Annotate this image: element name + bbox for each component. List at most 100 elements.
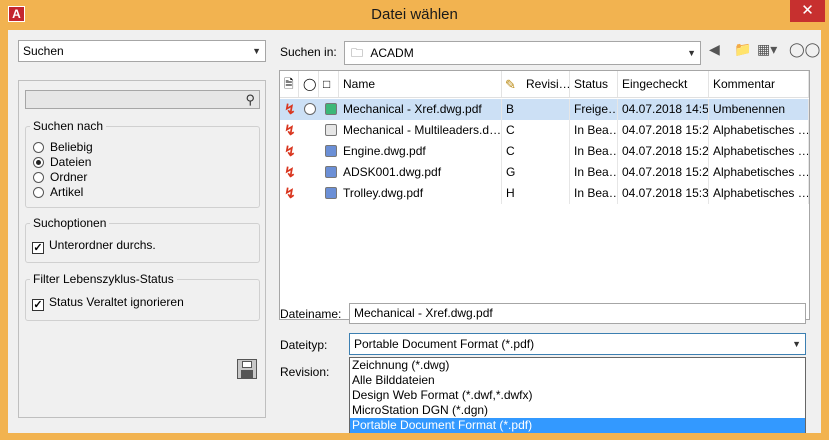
lifecycle-filter-group: Filter Lebenszyklus-Status ✓ Status Veral… (25, 272, 260, 321)
checkbox-checked-icon[interactable]: ✓ (32, 242, 44, 254)
cell-name: Mechanical - Xref.dwg.pdf (339, 99, 502, 120)
state-icon (325, 187, 337, 199)
search-panel: ⚲ Suchen nach Beliebig Dateien Ordner Ar… (18, 80, 266, 418)
filetype-option[interactable]: MicroStation DGN (*.dgn) (350, 403, 805, 418)
filetype-option-selected[interactable]: Portable Document Format (*.pdf) (350, 418, 805, 433)
radio-label: Beliebig (50, 140, 93, 154)
search-options-group: Suchoptionen ✓ Unterordner durchs. (25, 216, 260, 263)
state-icon (325, 124, 337, 136)
look-in-select[interactable]: 🗀 ACADM ▼ (344, 41, 701, 65)
cell-status: In Bea… (570, 141, 618, 162)
cell-name: Trolley.dwg.pdf (339, 183, 502, 204)
search-for-title: Suchen nach (30, 119, 107, 133)
search-input[interactable]: ⚲ (25, 90, 260, 109)
radio-label: Ordner (50, 170, 88, 184)
pdf-file-icon: ↯ (284, 185, 296, 201)
chevron-down-icon: ▼ (792, 339, 801, 349)
cell-comment: Alphabetisches … (709, 162, 809, 183)
radio-beliebig[interactable]: Beliebig (33, 140, 93, 155)
filename-input[interactable]: Mechanical - Xref.dwg.pdf (349, 303, 806, 324)
state-icon (325, 145, 337, 157)
cell-checked-in: 04.07.2018 15:29 (618, 162, 709, 183)
state-icon (325, 166, 337, 178)
filetype-select[interactable]: Portable Document Format (*.pdf) ▼ (349, 333, 806, 355)
table-row[interactable]: ↯ ADSK001.dwg.pdf G In Bea… 04.07.2018 15:29… (280, 162, 809, 183)
cell-comment: Umbenennen (709, 99, 809, 120)
cell-name: Mechanical - Multileaders.d… (339, 120, 502, 141)
file-list[interactable]: 🗎 ◯ □ Name Revisi… Status Eingecheckt Ko… (279, 70, 810, 320)
radio-label: Dateien (50, 155, 92, 169)
radio-selected-icon[interactable] (33, 157, 44, 168)
checkbox-label: Status Veraltet ignorieren (49, 295, 184, 309)
pdf-file-icon: ↯ (284, 164, 296, 180)
column-name[interactable]: Name (339, 71, 502, 97)
radio-label: Artikel (50, 185, 84, 199)
look-in-label: Suchen in: (280, 45, 337, 59)
column-checked-in[interactable]: Eingecheckt (618, 71, 709, 97)
ignore-obsolete-checkbox[interactable]: ✓ Status Veraltet ignorieren (32, 295, 184, 311)
filetype-option[interactable]: Zeichnung (*.dwg) (350, 358, 805, 373)
state-column-icon[interactable]: □ (319, 71, 339, 97)
window-title: Datei wählen (371, 6, 458, 23)
list-header: 🗎 ◯ □ Name Revisi… Status Eingecheckt Ko… (280, 71, 809, 98)
radio-icon[interactable] (33, 142, 44, 153)
column-status[interactable]: Status (570, 71, 618, 97)
pdf-file-icon: ↯ (284, 101, 296, 117)
cell-checked-in: 04.07.2018 15:27 (618, 120, 709, 141)
close-button[interactable]: ✕ (790, 0, 825, 22)
table-row[interactable]: ↯ Trolley.dwg.pdf H In Bea… 04.07.2018 15:30… (280, 183, 809, 204)
dialog-body: Suchen ▼ ⚲ Suchen nach Beliebig Dateien … (8, 30, 821, 433)
back-arrow-icon[interactable]: ◀ (709, 41, 720, 58)
cell-revision: G (502, 162, 570, 183)
cell-comment: Alphabetisches … (709, 120, 809, 141)
save-search-icon[interactable] (237, 359, 257, 379)
cell-checked-in: 04.07.2018 15:28 (618, 141, 709, 162)
cell-status: Freige… (570, 99, 618, 120)
filename-label: Dateiname: (280, 307, 342, 321)
radio-artikel[interactable]: Artikel (33, 185, 83, 200)
search-type-select[interactable]: Suchen ▼ (18, 40, 266, 62)
file-type-column-icon[interactable]: 🗎 (280, 71, 299, 97)
checkout-ring-icon (304, 103, 316, 115)
cell-status: In Bea… (570, 183, 618, 204)
cell-name: Engine.dwg.pdf (339, 141, 502, 162)
revision-label: Revision: (280, 365, 330, 379)
look-in-value: ACADM (370, 46, 414, 60)
table-row[interactable]: ↯ Mechanical - Multileaders.d… C In Bea… 04.… (280, 120, 809, 141)
title-bar: A Datei wählen ✕ (0, 0, 829, 30)
cell-revision: C (502, 141, 570, 162)
table-row[interactable]: ↯ Engine.dwg.pdf C In Bea… 04.07.2018 15:28 A… (280, 141, 809, 162)
cell-name: ADSK001.dwg.pdf (339, 162, 502, 183)
cell-checked-in: 04.07.2018 14:56 (618, 99, 709, 120)
checkbox-checked-icon[interactable]: ✓ (32, 299, 44, 311)
column-comment[interactable]: Kommentar (709, 71, 809, 97)
chevron-down-icon: ▼ (252, 46, 261, 56)
folder-up-icon[interactable]: 📁 (734, 41, 751, 58)
filetype-option[interactable]: Design Web Format (*.dwf,*.dwfx) (350, 388, 805, 403)
cell-status: In Bea… (570, 162, 618, 183)
search-type-value: Suchen (23, 44, 64, 58)
binoculars-icon[interactable]: ◯◯ (789, 41, 820, 58)
filetype-label: Dateityp: (280, 338, 328, 352)
table-row[interactable]: ↯ Mechanical - Xref.dwg.pdf B Freige… 04.07.… (280, 99, 809, 120)
filetype-dropdown-list[interactable]: Zeichnung (*.dwg) Alle Bilddateien Desig… (349, 357, 806, 433)
radio-ordner[interactable]: Ordner (33, 170, 87, 185)
cell-status: In Bea… (570, 120, 618, 141)
views-menu-icon[interactable]: ▦▾ (757, 41, 777, 58)
cell-comment: Alphabetisches … (709, 141, 809, 162)
cell-comment: Alphabetisches … (709, 183, 809, 204)
checkbox-label: Unterordner durchs. (49, 238, 156, 252)
subfolders-checkbox[interactable]: ✓ Unterordner durchs. (32, 238, 156, 254)
lifecycle-filter-title: Filter Lebenszyklus-Status (30, 272, 177, 286)
search-icon[interactable]: ⚲ (245, 92, 255, 108)
pdf-file-icon: ↯ (284, 122, 296, 138)
search-options-title: Suchoptionen (30, 216, 110, 230)
filetype-option[interactable]: Alle Bilddateien (350, 373, 805, 388)
cell-revision: C (502, 120, 570, 141)
radio-icon[interactable] (33, 172, 44, 183)
radio-icon[interactable] (33, 187, 44, 198)
pdf-file-icon: ↯ (284, 143, 296, 159)
radio-dateien[interactable]: Dateien (33, 155, 91, 170)
checkout-column-icon[interactable]: ◯ (299, 71, 319, 97)
cell-revision: H (502, 183, 570, 204)
